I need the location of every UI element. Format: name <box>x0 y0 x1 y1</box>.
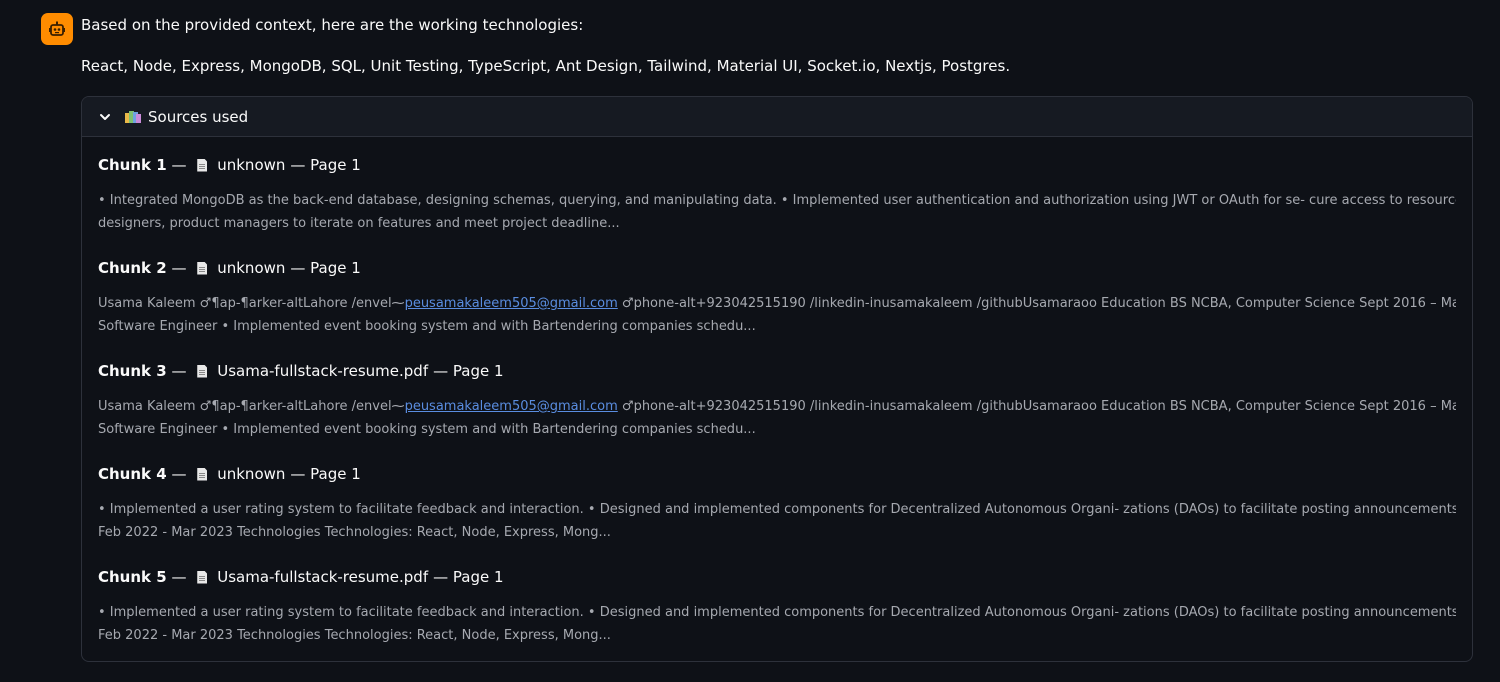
chunk-excerpt-line: • Implemented a user rating system to fa… <box>98 502 1456 517</box>
chunk-separator: — <box>166 465 192 483</box>
chunk-page: — Page 1 <box>433 568 504 586</box>
chunk-page: — Page 1 <box>433 362 504 380</box>
sources-list: Chunk 1 — unknown — Page 1 • Integrated … <box>82 137 1472 655</box>
source-chunk: Chunk 4 — unknown — Page 1 • Implemented… <box>98 462 1456 552</box>
chunk-excerpt-line: Software Engineer • Implemented event bo… <box>98 318 756 334</box>
chunk-label: Chunk 1 <box>98 156 167 174</box>
chunk-heading: Chunk 1 — unknown — Page 1 <box>98 153 1456 177</box>
sources-expander: Sources used Chunk 1 — unknown — Page 1 … <box>81 96 1473 662</box>
chat-message: Based on the provided context, here are … <box>0 0 1500 682</box>
chunk-excerpt: Usama Kaleem ♂¶ap-¶arker-altLahore /enve… <box>98 396 1456 441</box>
source-chunk: Chunk 5 — Usama-fullstack-resume.pdf — P… <box>98 565 1456 655</box>
chunk-excerpt-text: Usama Kaleem ♂¶ap-¶arker-altLahore /enve… <box>98 296 405 311</box>
chunk-excerpt-line: • Implemented a user rating system to fa… <box>98 605 1456 620</box>
email-link[interactable]: peusamakaleem505@gmail.com <box>405 296 618 311</box>
chunk-excerpt-text: ♂phone-alt+923042515190 /linkedin-inusam… <box>621 296 1456 311</box>
source-chunk: Chunk 3 — Usama-fullstack-resume.pdf — P… <box>98 359 1456 449</box>
message-intro: Based on the provided context, here are … <box>81 16 584 34</box>
chunk-page: — Page 1 <box>290 465 361 483</box>
source-chunk: Chunk 2 — unknown — Page 1 Usama Kaleem … <box>98 256 1456 346</box>
chunk-file-name: unknown <box>217 259 286 277</box>
chunk-label: Chunk 5 <box>98 568 167 586</box>
chunk-heading: Chunk 5 — Usama-fullstack-resume.pdf — P… <box>98 565 1456 589</box>
sources-header-label: Sources used <box>148 107 249 126</box>
chunk-excerpt-text: Usama Kaleem ♂¶ap-¶arker-altLahore /enve… <box>98 399 405 414</box>
chunk-excerpt: • Implemented a user rating system to fa… <box>98 602 1456 647</box>
chunk-heading: Chunk 3 — Usama-fullstack-resume.pdf — P… <box>98 359 1456 383</box>
chunk-excerpt-line: designers, product managers to iterate o… <box>98 215 620 231</box>
chunk-file-name: Usama-fullstack-resume.pdf <box>217 362 429 380</box>
message-content: Based on the provided context, here are … <box>81 12 1475 662</box>
chunk-separator: — <box>166 362 192 380</box>
chunk-excerpt-line: Usama Kaleem ♂¶ap-¶arker-altLahore /enve… <box>98 293 1456 316</box>
chunk-excerpt: • Implemented a user rating system to fa… <box>98 499 1456 544</box>
document-icon <box>197 570 208 584</box>
chunk-excerpt-line: Feb 2022 - Mar 2023 Technologies Technol… <box>98 627 611 643</box>
chunk-label: Chunk 4 <box>98 465 167 483</box>
document-icon <box>197 261 208 275</box>
chunk-file-name: unknown <box>217 465 286 483</box>
chunk-separator: — <box>166 259 192 277</box>
chunk-excerpt: • Integrated MongoDB as the back-end dat… <box>98 190 1456 235</box>
chunk-file-name: Usama-fullstack-resume.pdf <box>217 568 429 586</box>
chunk-label: Chunk 3 <box>98 362 167 380</box>
chevron-down-icon <box>98 110 112 124</box>
chunk-excerpt-line: Software Engineer • Implemented event bo… <box>98 421 756 437</box>
source-chunk: Chunk 1 — unknown — Page 1 • Integrated … <box>98 153 1456 243</box>
chunk-page: — Page 1 <box>290 156 361 174</box>
sources-expander-header[interactable]: Sources used <box>82 97 1472 137</box>
document-icon <box>197 467 208 481</box>
document-icon <box>197 158 208 172</box>
chunk-heading: Chunk 4 — unknown — Page 1 <box>98 462 1456 486</box>
chunk-excerpt-line: Usama Kaleem ♂¶ap-¶arker-altLahore /enve… <box>98 396 1456 419</box>
chunk-separator: — <box>166 568 192 586</box>
chunk-page: — Page 1 <box>290 259 361 277</box>
assistant-avatar <box>41 13 73 45</box>
chunk-label: Chunk 2 <box>98 259 167 277</box>
chunk-separator: — <box>166 156 192 174</box>
chunk-excerpt-line: • Integrated MongoDB as the back-end dat… <box>98 193 1456 208</box>
books-icon <box>124 110 142 124</box>
chunk-file-name: unknown <box>217 156 286 174</box>
chunk-excerpt-text: ♂phone-alt+923042515190 /linkedin-inusam… <box>621 399 1456 414</box>
chunk-excerpt-line: Feb 2022 - Mar 2023 Technologies Technol… <box>98 524 611 540</box>
chunk-heading: Chunk 2 — unknown — Page 1 <box>98 256 1456 280</box>
chunk-excerpt: Usama Kaleem ♂¶ap-¶arker-altLahore /enve… <box>98 293 1456 338</box>
robot-icon <box>49 21 65 36</box>
technologies-list: React, Node, Express, MongoDB, SQL, Unit… <box>81 57 1011 75</box>
email-link[interactable]: peusamakaleem505@gmail.com <box>405 399 618 414</box>
document-icon <box>197 364 208 378</box>
